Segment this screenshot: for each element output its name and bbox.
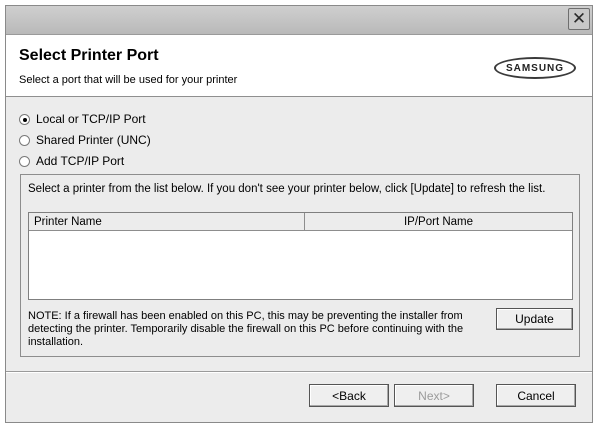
radio-button-selected[interactable]: [19, 113, 30, 125]
close-button[interactable]: ✕: [568, 8, 590, 30]
radio-label: Add TCP/IP Port: [36, 154, 125, 168]
radio-local-tcpip[interactable]: Local or TCP/IP Port: [19, 112, 146, 126]
installer-window: ✕ Select Printer Port Select a port that…: [5, 5, 593, 423]
column-header-ip-port-name[interactable]: IP/Port Name: [305, 213, 572, 230]
column-header-printer-name[interactable]: Printer Name: [29, 213, 305, 230]
samsung-logo: SAMSUNG: [494, 57, 576, 79]
title-bar: ✕: [6, 6, 592, 35]
footer-separator: [6, 371, 592, 373]
radio-button[interactable]: [19, 134, 30, 146]
radio-label: Shared Printer (UNC): [36, 133, 151, 147]
radio-button[interactable]: [19, 155, 30, 167]
page-subtitle: Select a port that will be used for your…: [19, 74, 238, 86]
close-icon: ✕: [571, 8, 587, 29]
next-button[interactable]: Next>: [394, 384, 474, 407]
cancel-button[interactable]: Cancel: [496, 384, 576, 407]
header-panel: Select Printer Port Select a port that w…: [6, 35, 592, 97]
page-title: Select Printer Port: [19, 47, 159, 64]
logo-text: SAMSUNG: [505, 62, 565, 74]
printer-selection-group: Select a printer from the list below. If…: [20, 174, 580, 357]
printer-list[interactable]: Printer Name IP/Port Name: [28, 212, 573, 300]
radio-shared-printer[interactable]: Shared Printer (UNC): [19, 133, 151, 147]
instruction-text: Select a printer from the list below. If…: [28, 183, 546, 195]
back-button[interactable]: <Back: [309, 384, 389, 407]
update-button[interactable]: Update: [496, 308, 573, 330]
firewall-note: NOTE: If a firewall has been enabled on …: [28, 310, 464, 348]
list-header: Printer Name IP/Port Name: [29, 213, 572, 231]
radio-label: Local or TCP/IP Port: [36, 112, 146, 126]
radio-add-tcpip[interactable]: Add TCP/IP Port: [19, 154, 124, 168]
